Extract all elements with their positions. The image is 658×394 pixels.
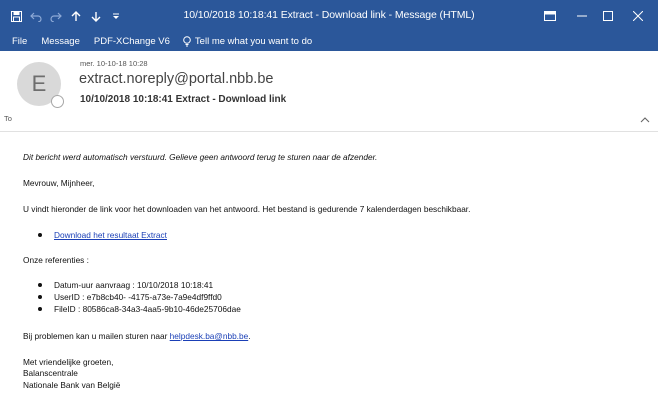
collapse-header-icon[interactable] (639, 113, 651, 125)
problems-suffix: . (248, 331, 251, 341)
signature-line-2: Nationale Bank van België (23, 380, 121, 390)
tell-me-search[interactable]: Tell me what you want to do (177, 32, 319, 51)
message-subject: 10/10/2018 10:18:41 Extract - Download l… (80, 94, 287, 105)
to-label: To (4, 114, 12, 123)
references-heading: Onze referenties : (23, 255, 89, 265)
title-bar: 10/10/2018 10:18:41 Extract - Download l… (0, 0, 658, 32)
tab-file[interactable]: File (0, 32, 34, 51)
helpdesk-email-link[interactable]: helpdesk.ba@nbb.be (170, 331, 249, 341)
tell-me-label: Tell me what you want to do (194, 36, 313, 47)
intro-text: U vindt hieronder de link voor het downl… (23, 204, 471, 214)
tab-pdf-xchange[interactable]: PDF-XChange V6 (87, 32, 177, 51)
reference-item-userid: UserID : e7b8cb40- -4175-a73e-7a9e4df9ff… (35, 292, 222, 302)
close-icon[interactable] (618, 0, 658, 32)
tab-message[interactable]: Message (34, 32, 87, 51)
header-divider (0, 131, 658, 132)
ribbon-tabs: File Message PDF-XChange V6 Tell me what… (0, 32, 658, 51)
message-date: mer. 10-10-18 10:28 (80, 59, 148, 68)
greeting: Mevrouw, Mijnheer, (23, 178, 95, 188)
sender-address[interactable]: extract.noreply@portal.nbb.be (79, 71, 273, 87)
reference-item-fileid: FileID : 80586ca8-34a3-4aa5-9b10-46de257… (35, 304, 241, 314)
closing: Met vriendelijke groeten, (23, 357, 114, 367)
auto-notice: Dit bericht werd automatisch verstuurd. … (23, 152, 378, 162)
presence-status-icon (51, 95, 64, 108)
problems-line: Bij problemen kan u mailen sturen naar h… (23, 331, 251, 341)
download-link[interactable]: Download het resultaat Extract (54, 230, 167, 240)
download-list-item: Download het resultaat Extract (35, 230, 167, 240)
problems-text: Bij problemen kan u mailen sturen naar (23, 331, 170, 341)
signature-line-1: Balanscentrale (23, 368, 78, 378)
lightbulb-icon (183, 36, 191, 47)
reference-item-date: Datum-uur aanvraag : 10/10/2018 10:18:41 (35, 280, 213, 290)
